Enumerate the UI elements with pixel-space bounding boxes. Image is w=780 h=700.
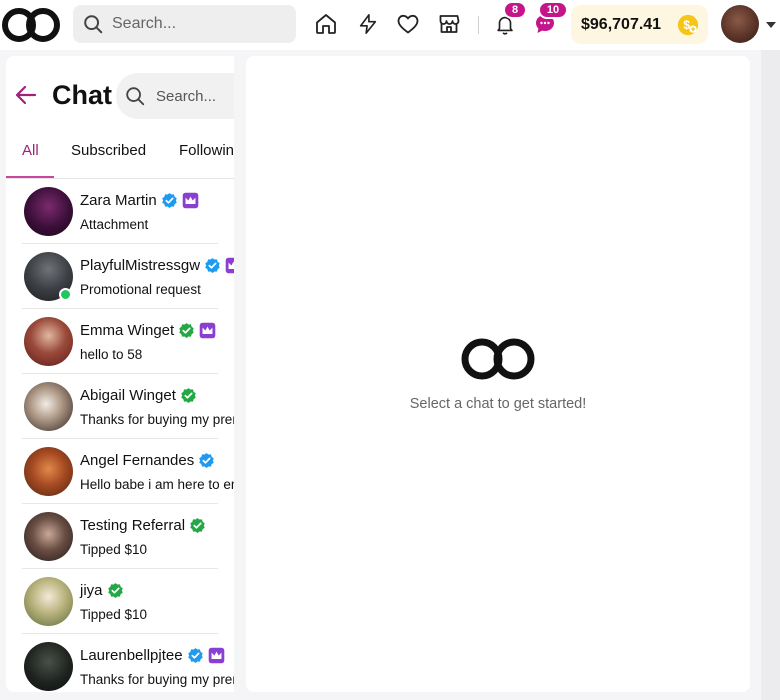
conversation-item[interactable]: Laurenbellpjtee Thanks for buying my pre… (22, 634, 234, 692)
global-search-input[interactable] (112, 15, 282, 33)
conversation-view: Select a chat to get started! (246, 56, 750, 692)
last-message: Promotional request (80, 282, 201, 297)
search-icon (126, 87, 145, 106)
toolbar-divider (478, 16, 479, 34)
chat-list-panel: Chat All Subscribed Following Zara Marti… (6, 56, 234, 692)
verified-icon (187, 648, 203, 663)
conversation-item[interactable]: PlayfulMistressgw Promotional request (22, 244, 234, 309)
contact-name: Testing Referral (80, 517, 186, 534)
last-message: Attachment (80, 217, 149, 232)
last-message: Thanks for buying my premium (80, 412, 234, 427)
contact-name: Laurenbellpjtee (80, 647, 183, 664)
favorites-button[interactable] (395, 11, 421, 37)
avatar (24, 382, 73, 431)
crown-icon (182, 192, 198, 209)
verified-icon (205, 258, 220, 273)
last-message: Tipped $10 (80, 607, 148, 622)
search-icon (84, 15, 103, 34)
empty-state-text: Select a chat to get started! (409, 396, 587, 412)
messages-badge: 10 (538, 1, 568, 19)
home-icon (316, 14, 336, 34)
coin-icon: $ (677, 14, 699, 36)
contact-name: PlayfulMistressgw (80, 257, 201, 274)
tab-all[interactable]: All (22, 142, 39, 159)
global-search[interactable] (73, 5, 296, 43)
conversation-item[interactable]: Zara Martin Attachment (22, 179, 218, 244)
crown-icon (225, 257, 234, 274)
notifications-badge: 8 (503, 1, 527, 19)
arrow-left-icon[interactable] (14, 84, 38, 106)
conversation-item[interactable]: Emma Winget hello to 58 (22, 309, 218, 374)
contact-name: Angel Fernandes (80, 452, 195, 469)
conversation-item[interactable]: Angel Fernandes Hello babe i am here to … (22, 439, 234, 504)
contact-name: Emma Winget (80, 322, 175, 339)
contact-name: jiya (80, 582, 103, 599)
verified-icon (161, 193, 177, 208)
last-message: Hello babe i am here to entertain (80, 477, 234, 492)
crown-icon (199, 322, 216, 339)
home-button[interactable] (313, 11, 339, 37)
verified-icon (179, 323, 194, 338)
last-message: hello to 58 (80, 347, 143, 362)
wallet-amount: $96,707.41 (581, 15, 662, 33)
store-icon (439, 15, 460, 33)
chevron-down-icon[interactable] (765, 20, 777, 30)
page-title: Chat (52, 80, 112, 110)
last-message: Tipped $10 (80, 542, 148, 557)
chat-search[interactable] (116, 73, 234, 119)
online-indicator (59, 288, 72, 301)
avatar (24, 317, 73, 366)
last-message: Thanks for buying my premium (80, 672, 234, 687)
user-avatar[interactable] (721, 5, 759, 43)
bolt-icon (359, 14, 377, 34)
tab-subscribed[interactable]: Subscribed (71, 142, 146, 159)
contact-name: Abigail Winget (80, 387, 176, 404)
avatar (24, 577, 73, 626)
verified-icon (181, 388, 196, 403)
svg-text:$: $ (683, 18, 690, 32)
verified-icon (199, 453, 214, 468)
top-bar: 8 10 $96,707.41 $ (0, 0, 780, 50)
wallet-balance-button[interactable]: $96,707.41 $ (571, 5, 708, 44)
conversation-item[interactable]: Abigail Winget Thanks for buying my prem… (22, 374, 234, 439)
tab-following[interactable]: Following (179, 142, 234, 159)
avatar (24, 447, 73, 496)
page-scrollbar[interactable] (761, 50, 780, 700)
chat-filter-tabs: All Subscribed Following (6, 130, 234, 178)
activity-button[interactable] (355, 11, 381, 37)
chat-search-input[interactable] (156, 87, 234, 105)
avatar (24, 512, 73, 561)
contact-name: Zara Martin (80, 192, 157, 209)
conversation-item[interactable]: jiya Tipped $10 (22, 569, 218, 634)
avatar (24, 642, 73, 691)
conversation-item[interactable]: Testing Referral Tipped $10 (22, 504, 218, 569)
store-button[interactable] (436, 11, 462, 37)
logo-icon (461, 338, 535, 380)
avatar (24, 187, 73, 236)
verified-icon (107, 583, 123, 598)
verified-icon (190, 518, 205, 533)
logo-icon[interactable] (0, 4, 64, 46)
heart-icon (397, 14, 419, 34)
crown-icon (208, 647, 224, 664)
